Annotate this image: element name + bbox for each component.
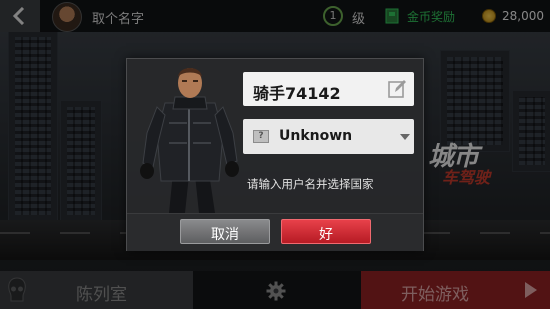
cancel-button[interactable]: 取消 [180,219,270,244]
edit-icon[interactable] [387,79,407,99]
name-dialog: 骑手74142 ? Unknown 请输入用户名并选择国家 取消 好 [126,58,424,251]
ok-button[interactable]: 好 [281,219,371,244]
username-value: 骑手74142 [253,84,341,103]
rider-character-image [140,68,239,213]
country-value: Unknown [279,128,353,144]
dialog-footer [127,213,423,251]
ok-button-label: 好 [319,227,333,243]
cancel-button-label: 取消 [211,227,239,243]
country-select[interactable]: ? Unknown [243,119,414,154]
hint-text: 请输入用户名并选择国家 [247,177,374,191]
chevron-down-icon [400,134,410,140]
unknown-flag-icon: ? [253,130,269,143]
username-input[interactable]: 骑手74142 [243,72,414,106]
